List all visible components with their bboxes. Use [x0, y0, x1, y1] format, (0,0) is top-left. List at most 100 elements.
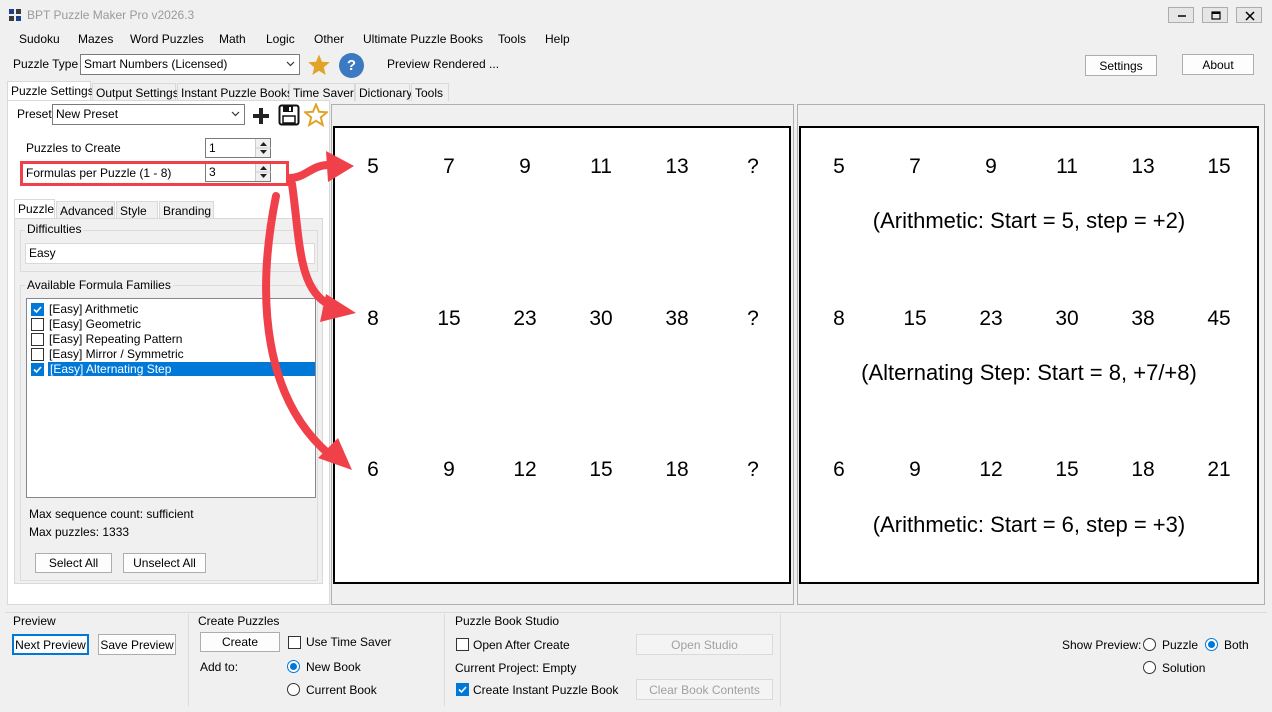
stepper-arrows-icon — [256, 142, 271, 154]
tab-tools[interactable]: Tools — [411, 83, 449, 101]
main-tabstrip: Puzzle Settings Output Settings Instant … — [7, 81, 452, 101]
preset-label: Preset — [17, 107, 52, 121]
new-book-radio[interactable] — [287, 660, 300, 673]
use-time-saver-checkbox[interactable] — [288, 636, 301, 649]
unselect-all-button[interactable]: Unselect All — [123, 553, 206, 573]
tab-output-settings[interactable]: Output Settings — [92, 83, 179, 101]
puzzle-type-label: Puzzle Type — [13, 57, 79, 71]
show-both-radio[interactable] — [1205, 638, 1218, 651]
subtab-style[interactable]: Style — [116, 201, 158, 219]
solution-formula: (Alternating Step: Start = 8, +7/+8) — [861, 360, 1197, 385]
subtab-branding[interactable]: Branding — [159, 201, 214, 219]
menu-help[interactable]: Help — [545, 32, 570, 46]
save-preset-icon[interactable] — [278, 104, 300, 126]
list-item[interactable]: [Easy] Repeating Pattern — [30, 332, 313, 347]
solution-number: 5 — [833, 155, 845, 178]
menu-sudoku[interactable]: Sudoku — [19, 32, 60, 46]
list-item[interactable]: [Easy] Arithmetic — [30, 302, 313, 317]
save-preview-button[interactable]: Save Preview — [98, 634, 176, 655]
preset-select[interactable]: New Preset — [52, 104, 245, 125]
puzzle-number: 18 — [665, 458, 689, 481]
close-icon — [1245, 11, 1255, 21]
family-checkbox[interactable] — [31, 363, 44, 376]
puzzle-unknown: ? — [747, 458, 759, 481]
open-after-create-checkbox[interactable] — [456, 638, 469, 651]
create-instant-book-label: Create Instant Puzzle Book — [473, 683, 619, 697]
solution-preview-page: 5 7 9 11 13 15 (Arithmetic: Start = 5, s… — [799, 126, 1259, 584]
difficulty-value: Easy — [29, 246, 56, 260]
preview-group-label: Preview — [13, 614, 56, 628]
list-item[interactable]: [Easy] Alternating Step — [30, 362, 315, 377]
family-label: [Easy] Mirror / Symmetric — [49, 347, 184, 361]
about-button[interactable]: About — [1182, 54, 1254, 75]
use-time-saver-label: Use Time Saver — [306, 635, 392, 649]
subtab-puzzle[interactable]: Puzzle — [14, 199, 55, 219]
checkmark-icon — [33, 306, 42, 314]
subtab-advanced[interactable]: Advanced — [56, 201, 115, 219]
clear-book-contents-button[interactable]: Clear Book Contents — [636, 679, 773, 700]
show-solution-radio[interactable] — [1143, 661, 1156, 674]
list-item[interactable]: [Easy] Geometric — [30, 317, 313, 332]
menu-word-puzzles[interactable]: Word Puzzles — [130, 32, 204, 46]
favorite-preset-star-icon[interactable] — [304, 103, 328, 127]
window-title: BPT Puzzle Maker Pro v2026.3 — [27, 8, 195, 22]
family-checkbox[interactable] — [31, 303, 44, 316]
solution-number: 15 — [903, 307, 927, 330]
puzzles-to-create-label: Puzzles to Create — [26, 141, 121, 155]
open-studio-button[interactable]: Open Studio — [636, 634, 773, 655]
settings-button[interactable]: Settings — [1085, 55, 1157, 76]
menu-ultimate-puzzle-books[interactable]: Ultimate Puzzle Books — [363, 32, 483, 46]
create-puzzles-label: Create Puzzles — [198, 614, 280, 628]
puzzles-to-create-value: 1 — [209, 141, 216, 155]
puzzle-unknown: ? — [747, 307, 759, 330]
checkmark-icon — [458, 686, 467, 694]
help-icon[interactable]: ? — [339, 53, 364, 78]
puzzle-number: 5 — [367, 155, 379, 178]
puzzle-number: 12 — [513, 458, 537, 481]
solution-number: 6 — [833, 458, 845, 481]
minimize-button[interactable] — [1168, 7, 1194, 23]
family-label: [Easy] Geometric — [49, 317, 142, 331]
current-project-text: Current Project: Empty — [455, 661, 577, 675]
puzzle-type-select[interactable]: Smart Numbers (Licensed) — [80, 54, 300, 75]
title-bar: BPT Puzzle Maker Pro v2026.3 — [0, 0, 1272, 30]
solution-answer: 45 — [1207, 307, 1231, 330]
puzzle-number: 15 — [589, 458, 613, 481]
family-checkbox[interactable] — [31, 348, 44, 361]
menu-math[interactable]: Math — [219, 32, 246, 46]
chevron-down-icon — [286, 61, 295, 67]
list-item[interactable]: [Easy] Mirror / Symmetric — [30, 347, 313, 362]
show-both-label: Both — [1224, 638, 1249, 652]
tab-dictionary[interactable]: Dictionary — [355, 83, 412, 101]
menu-logic[interactable]: Logic — [266, 32, 295, 46]
tab-instant-puzzle-books[interactable]: Instant Puzzle Books — [177, 83, 293, 101]
menu-tools[interactable]: Tools — [498, 32, 526, 46]
show-solution-label: Solution — [1162, 661, 1206, 675]
solution-number: 8 — [833, 307, 845, 330]
create-instant-book-checkbox[interactable] — [456, 683, 469, 696]
add-preset-icon[interactable] — [252, 107, 270, 125]
solution-number: 13 — [1131, 155, 1155, 178]
formulas-highlight-box — [20, 161, 289, 186]
difficulty-field[interactable]: Easy — [25, 243, 315, 264]
create-button[interactable]: Create — [200, 632, 280, 652]
maximize-button[interactable] — [1202, 7, 1228, 23]
next-preview-button[interactable]: Next Preview — [12, 634, 89, 655]
family-checkbox[interactable] — [31, 333, 44, 346]
studio-group-label: Puzzle Book Studio — [455, 614, 560, 628]
solution-number: 9 — [909, 458, 921, 481]
select-all-button[interactable]: Select All — [35, 553, 112, 573]
current-book-radio[interactable] — [287, 683, 300, 696]
restore-icon — [1211, 11, 1221, 20]
tab-puzzle-settings[interactable]: Puzzle Settings — [7, 81, 94, 101]
close-button[interactable] — [1236, 7, 1262, 23]
open-after-create-label: Open After Create — [473, 638, 570, 652]
tab-time-saver[interactable]: Time Saver — [289, 83, 355, 101]
family-checkbox[interactable] — [31, 318, 44, 331]
menu-mazes[interactable]: Mazes — [78, 32, 113, 46]
puzzles-to-create-stepper[interactable] — [255, 139, 271, 157]
menu-other[interactable]: Other — [314, 32, 344, 46]
favorite-star-icon[interactable] — [307, 53, 331, 77]
show-puzzle-radio[interactable] — [1143, 638, 1156, 651]
puzzle-number: 8 — [367, 307, 379, 330]
